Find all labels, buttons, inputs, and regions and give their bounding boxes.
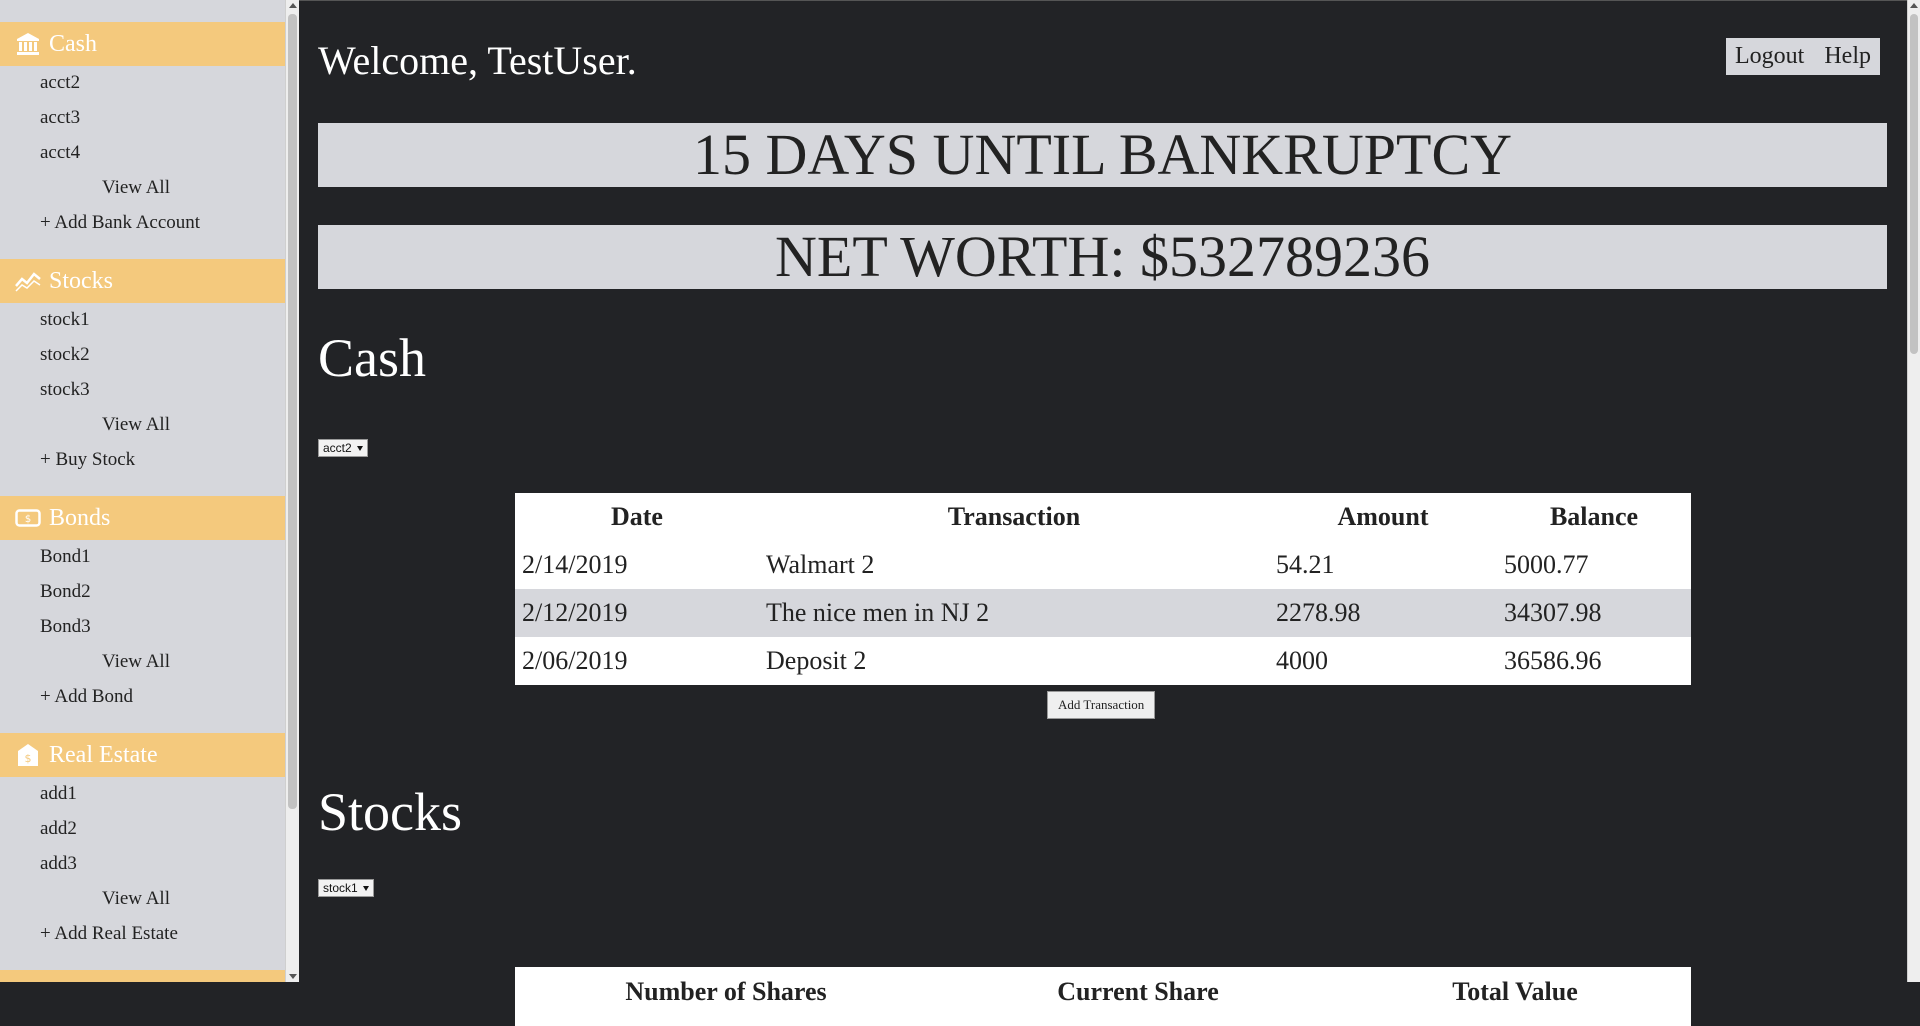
view-all-cash-link[interactable]: View All	[102, 177, 170, 199]
net-worth-banner: NET WORTH: $532789236	[318, 225, 1887, 289]
sidebar-item-acct2[interactable]: acct2	[40, 72, 80, 94]
transactions-table: Date Transaction Amount Balance 2/14/201…	[515, 493, 1691, 685]
account-select[interactable]: acct2	[318, 439, 368, 457]
sidebar-item-acct4[interactable]: acct4	[40, 142, 80, 164]
sidebar-section-title: Stocks	[49, 267, 114, 294]
column-header-shares: Number of Shares	[625, 977, 827, 1006]
bankruptcy-banner: 15 DAYS UNTIL BANKRUPTCY	[318, 123, 1887, 187]
cash-section-title: Cash	[318, 328, 426, 388]
sidebar-item-stock1[interactable]: stock1	[40, 309, 90, 331]
cell-transaction: Walmart 2	[766, 550, 875, 579]
account-select-value: acct2	[323, 441, 352, 455]
sidebar-item-bond1[interactable]: Bond1	[40, 546, 91, 568]
chevron-down-icon	[362, 885, 369, 891]
sidebar-section-title: Bonds	[49, 504, 111, 531]
view-all-real-estate-link[interactable]: View All	[102, 888, 170, 910]
sidebar-item-bond3[interactable]: Bond3	[40, 616, 91, 638]
sidebar-item-bond2[interactable]: Bond2	[40, 581, 91, 603]
main-content: Welcome, TestUser. Logout Help 15 DAYS U…	[299, 0, 1907, 1026]
cell-balance: 5000.77	[1504, 550, 1589, 579]
logout-button[interactable]: Logout	[1735, 43, 1804, 70]
cell-date: 2/06/2019	[522, 646, 628, 675]
table-header-row: Date Transaction Amount Balance	[515, 493, 1691, 541]
table-row[interactable]: 2/14/2019 Walmart 2 54.21 5000.77	[515, 541, 1691, 589]
sidebar-scroll-thumb[interactable]	[288, 14, 297, 809]
column-header-total-value: Total Value	[1452, 977, 1578, 1006]
chevron-down-icon	[356, 445, 363, 451]
bill-icon: $	[15, 505, 41, 531]
buy-stock-link[interactable]: + Buy Stock	[40, 449, 135, 471]
chart-line-icon	[15, 268, 41, 294]
sidebar-item-add1[interactable]: add1	[40, 783, 77, 805]
table-header-row: Number of Shares Current Share Total Val…	[515, 967, 1691, 1026]
column-header-amount: Amount	[1337, 502, 1429, 531]
cell-amount: 54.21	[1276, 550, 1335, 579]
add-real-estate-link[interactable]: + Add Real Estate	[40, 923, 178, 945]
sidebar-section-next[interactable]	[0, 970, 285, 982]
sidebar-item-add3[interactable]: add3	[40, 853, 77, 875]
cell-balance: 34307.98	[1504, 598, 1602, 627]
top-nav: Logout Help	[1726, 38, 1880, 75]
stock-select[interactable]: stock1	[318, 879, 374, 897]
sidebar: Cash acct2 acct3 acct4 View All + Add Ba…	[0, 0, 285, 982]
sidebar-item-stock3[interactable]: stock3	[40, 379, 90, 401]
cell-amount: 2278.98	[1276, 598, 1361, 627]
sidebar-item-add2[interactable]: add2	[40, 818, 77, 840]
stocks-table: Number of Shares Current Share Total Val…	[515, 967, 1691, 1026]
bank-icon	[15, 31, 41, 57]
stock-select-value: stock1	[323, 881, 358, 895]
main-scrollbar[interactable]	[1907, 0, 1920, 982]
sidebar-scrollbar[interactable]	[285, 0, 299, 982]
column-header-date: Date	[611, 502, 663, 531]
svg-text:$: $	[25, 752, 32, 765]
cell-date: 2/14/2019	[522, 550, 628, 579]
table-row[interactable]: 2/12/2019 The nice men in NJ 2 2278.98 3…	[515, 589, 1691, 637]
view-all-stocks-link[interactable]: View All	[102, 414, 170, 436]
sidebar-section-title: Cash	[49, 30, 97, 57]
stocks-section-title: Stocks	[318, 782, 463, 842]
cell-amount: 4000	[1276, 646, 1328, 675]
main-scroll-thumb[interactable]	[1910, 14, 1918, 354]
cell-balance: 36586.96	[1504, 646, 1602, 675]
scroll-down-arrow-icon[interactable]	[289, 974, 297, 979]
welcome-message: Welcome, TestUser.	[318, 38, 637, 83]
help-button[interactable]: Help	[1824, 43, 1871, 70]
svg-text:$: $	[25, 514, 31, 525]
sidebar-item-acct3[interactable]: acct3	[40, 107, 80, 129]
column-header-transaction: Transaction	[947, 502, 1081, 531]
house-dollar-icon: $	[15, 742, 41, 768]
cell-transaction: The nice men in NJ 2	[766, 598, 990, 627]
cell-date: 2/12/2019	[522, 598, 628, 627]
add-bank-account-link[interactable]: + Add Bank Account	[40, 212, 200, 234]
add-transaction-button[interactable]: Add Transaction	[1047, 691, 1156, 719]
add-bond-link[interactable]: + Add Bond	[40, 686, 133, 708]
view-all-bonds-link[interactable]: View All	[102, 651, 170, 673]
column-header-current-share: Current Share	[1057, 977, 1219, 1006]
sidebar-section-title: Real Estate	[49, 741, 158, 768]
sidebar-item-stock2[interactable]: stock2	[40, 344, 90, 366]
sidebar-section-bonds[interactable]: $ Bonds	[0, 496, 285, 540]
cell-transaction: Deposit 2	[766, 646, 867, 675]
sidebar-section-stocks[interactable]: Stocks	[0, 259, 285, 303]
sidebar-section-cash[interactable]: Cash	[0, 22, 285, 66]
scroll-up-arrow-icon[interactable]	[289, 3, 297, 8]
scroll-up-arrow-icon[interactable]	[1910, 3, 1918, 8]
table-row[interactable]: 2/06/2019 Deposit 2 4000 36586.96	[515, 637, 1691, 685]
column-header-balance: Balance	[1549, 502, 1639, 531]
sidebar-section-real-estate[interactable]: $ Real Estate	[0, 733, 285, 777]
